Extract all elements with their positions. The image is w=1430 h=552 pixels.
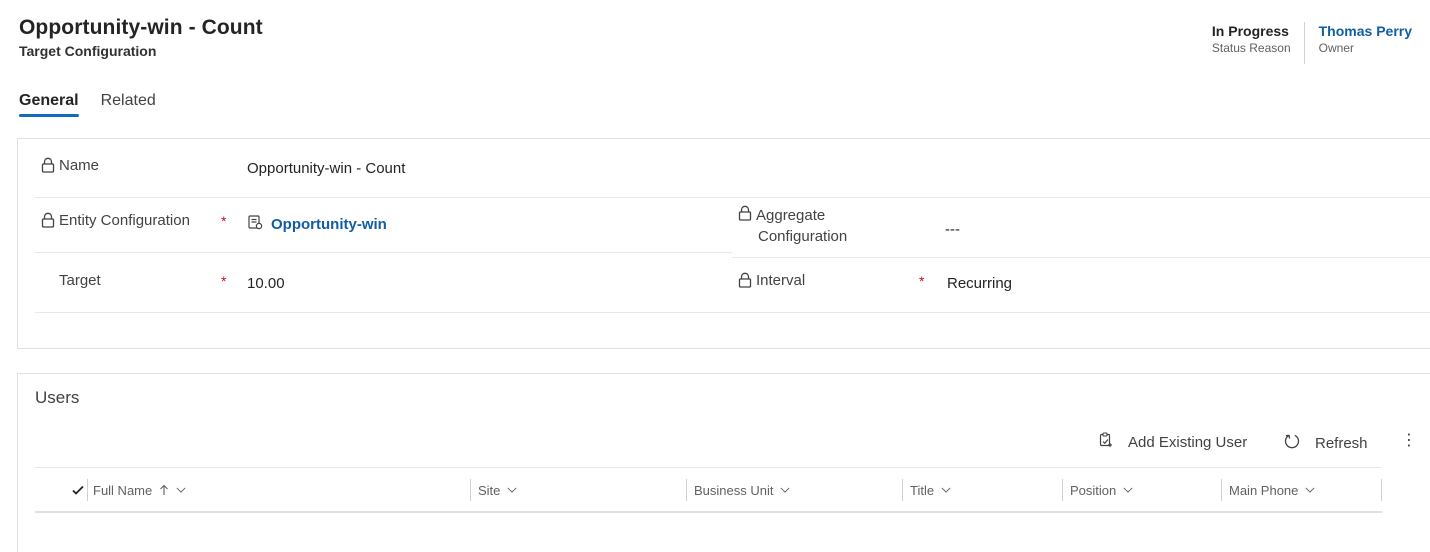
add-user-icon: [1098, 432, 1114, 452]
required-indicator: *: [919, 273, 925, 289]
owner-label: Owner: [1318, 41, 1354, 55]
column-header-business-unit[interactable]: Business Unit: [694, 478, 790, 502]
aggregate-configuration-label: Aggregate Configuration: [738, 205, 847, 247]
owner-link[interactable]: Thomas Perry: [1319, 22, 1412, 40]
checkmark-icon: [72, 485, 84, 495]
page-header: Opportunity-win - Count Target Configura…: [19, 16, 263, 59]
aggregate-configuration-row: Aggregate Configuration ---: [732, 198, 1430, 258]
chevron-down-icon: [941, 487, 951, 493]
column-header-main-phone[interactable]: Main Phone: [1229, 478, 1315, 502]
page-title: Opportunity-win - Count: [19, 16, 263, 39]
target-label: Target: [59, 272, 101, 289]
column-separator: [87, 479, 88, 501]
entity-configuration-link[interactable]: Opportunity-win: [247, 214, 387, 234]
aggregate-configuration-value[interactable]: ---: [945, 221, 960, 238]
required-indicator: *: [221, 273, 227, 289]
entity-configuration-row: Entity Configuration * Opportunity-win: [35, 198, 732, 253]
column-header-site[interactable]: Site: [478, 478, 517, 502]
more-commands-icon[interactable]: ⋮: [1401, 430, 1417, 450]
name-label: Name: [41, 157, 99, 174]
required-indicator: *: [221, 213, 227, 229]
chevron-down-icon: [780, 487, 790, 493]
select-all-checkbox[interactable]: [71, 478, 85, 502]
column-header-title[interactable]: Title: [910, 478, 951, 502]
target-row: Target * 10.00: [35, 253, 732, 313]
column-separator: [1381, 479, 1382, 501]
column-separator: [1062, 479, 1063, 501]
column-separator: [1221, 479, 1222, 501]
column-separator: [686, 479, 687, 501]
lock-icon: [41, 212, 55, 228]
name-value[interactable]: Opportunity-win - Count: [247, 160, 405, 177]
column-header-position[interactable]: Position: [1070, 478, 1133, 502]
status-reason-label: Status Reason: [1211, 41, 1291, 55]
lock-icon: [41, 157, 55, 173]
tab-list: General Related: [19, 92, 156, 117]
page-subtitle: Target Configuration: [19, 43, 157, 59]
owner-field[interactable]: Thomas Perry Owner: [1305, 22, 1412, 56]
users-section: Users Add Existing User Refresh ⋮ Full N…: [17, 373, 1430, 552]
column-separator: [902, 479, 903, 501]
target-value[interactable]: 10.00: [247, 275, 285, 292]
lock-icon: [738, 205, 752, 221]
users-grid-header: Full Name Site Business Unit Title Posit…: [35, 467, 1382, 513]
column-separator: [470, 479, 471, 501]
chevron-down-icon: [1123, 487, 1133, 493]
refresh-button[interactable]: Refresh: [1283, 432, 1368, 454]
entity-configuration-label: Entity Configuration: [41, 212, 190, 229]
sort-ascending-icon: [160, 484, 169, 495]
entity-record-icon: [247, 214, 263, 234]
add-existing-user-button[interactable]: Add Existing User: [1098, 432, 1247, 452]
chevron-down-icon: [176, 487, 186, 493]
chevron-down-icon: [507, 487, 517, 493]
column-header-full-name[interactable]: Full Name: [93, 478, 186, 502]
interval-label: Interval: [738, 272, 805, 289]
name-row: Name Opportunity-win - Count: [35, 139, 1430, 198]
refresh-icon: [1283, 432, 1301, 454]
status-reason-field[interactable]: In Progress Status Reason: [1212, 22, 1305, 64]
chevron-down-icon: [1305, 487, 1315, 493]
tab-general[interactable]: General: [19, 92, 79, 117]
header-fields: In Progress Status Reason Thomas Perry O…: [1212, 22, 1412, 64]
status-reason-value: In Progress: [1211, 23, 1289, 39]
tab-related[interactable]: Related: [101, 92, 156, 116]
users-title: Users: [35, 388, 80, 407]
interval-value[interactable]: Recurring: [947, 275, 1012, 292]
interval-row: Interval * Recurring: [732, 258, 1430, 313]
lock-icon: [738, 272, 752, 288]
general-section: Name Opportunity-win - Count Entity Conf…: [17, 138, 1430, 349]
